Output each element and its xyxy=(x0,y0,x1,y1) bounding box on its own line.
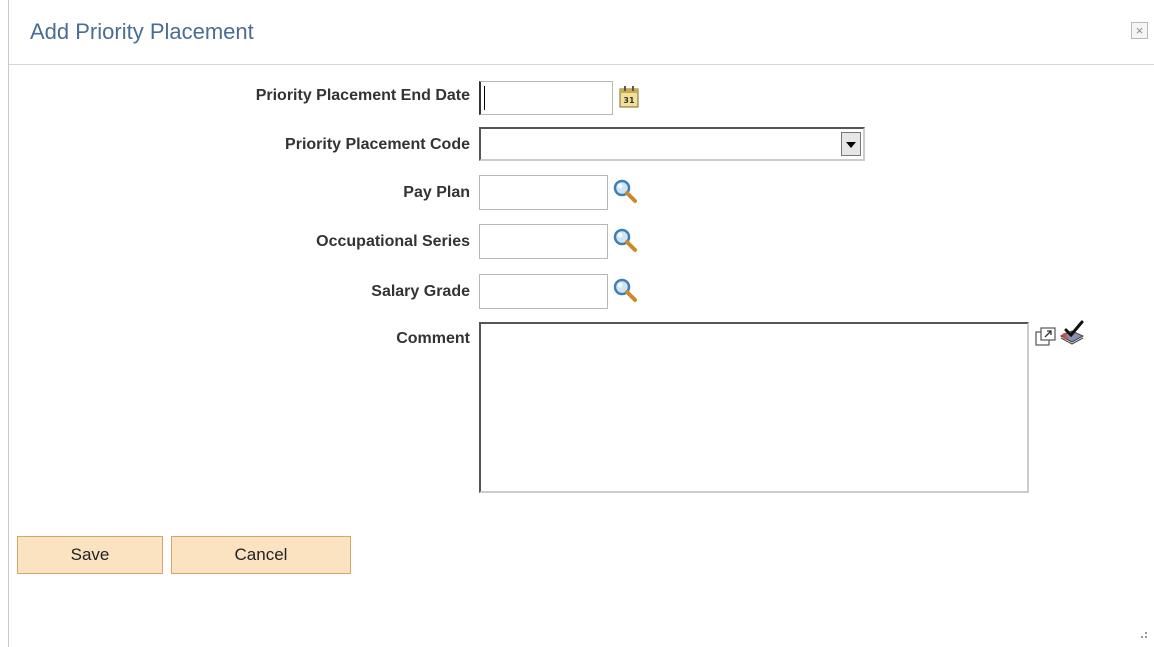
resize-grip-icon[interactable] xyxy=(1140,631,1148,639)
comment-label: Comment xyxy=(396,330,470,347)
calendar-icon[interactable]: 31 xyxy=(619,86,639,108)
save-button[interactable]: Save xyxy=(17,536,163,574)
magnifier-icon[interactable] xyxy=(612,277,638,303)
magnifier-icon[interactable] xyxy=(612,178,638,204)
salary-grade-label: Salary Grade xyxy=(371,283,470,300)
spellcheck-icon[interactable] xyxy=(1058,320,1086,348)
cancel-button[interactable]: Cancel xyxy=(171,536,351,574)
chevron-down-icon[interactable] xyxy=(841,132,861,156)
expand-text-icon[interactable] xyxy=(1035,327,1057,347)
placement-code-select[interactable] xyxy=(479,127,865,161)
placement-code-label: Priority Placement Code xyxy=(285,136,470,153)
occupational-series-label: Occupational Series xyxy=(316,233,470,250)
dialog-titlebar: Add Priority Placement × xyxy=(9,0,1154,65)
end-date-label: Priority Placement End Date xyxy=(255,87,470,104)
comment-textarea[interactable] xyxy=(479,322,1029,493)
close-icon: × xyxy=(1135,23,1144,38)
salary-grade-input[interactable] xyxy=(479,274,608,309)
end-date-input[interactable] xyxy=(479,81,613,115)
svg-text:31: 31 xyxy=(623,96,635,105)
pay-plan-input[interactable] xyxy=(479,175,608,210)
magnifier-icon[interactable] xyxy=(612,227,638,253)
close-button[interactable]: × xyxy=(1131,22,1148,39)
text-cursor xyxy=(484,86,485,110)
dialog-title: Add Priority Placement xyxy=(30,19,254,44)
occupational-series-input[interactable] xyxy=(479,224,608,259)
pay-plan-label: Pay Plan xyxy=(403,184,470,201)
